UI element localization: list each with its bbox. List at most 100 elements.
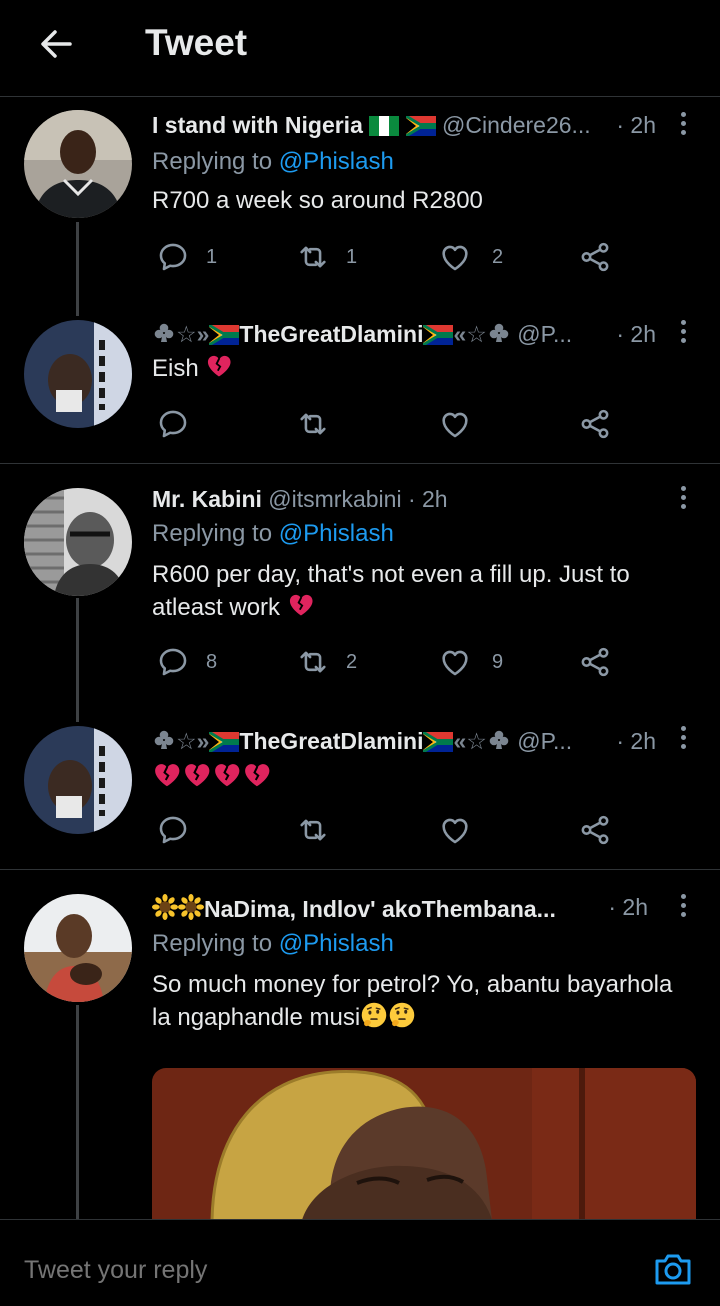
replying-to: Replying to @Phislash (152, 930, 394, 958)
tweet[interactable]: ☆» TheGreatDlamini «☆ @P... · 2h Eish (0, 296, 720, 462)
share-button[interactable] (578, 644, 612, 680)
tweet-header: Mr. Kabini @itsmrkabini · 2h (152, 486, 660, 513)
retweet-button[interactable]: 2 (296, 644, 357, 680)
tweet-text-content: Eish (152, 355, 199, 382)
south-africa-flag-icon (406, 116, 436, 136)
replying-to-label: Replying to (152, 520, 279, 547)
sunflower-icon (152, 894, 178, 920)
share-button[interactable] (578, 812, 612, 848)
handle[interactable]: @itsmrkabini (268, 486, 401, 512)
timestamp: · 2h (616, 112, 656, 138)
more-icon[interactable] (678, 112, 688, 140)
nigeria-flag-icon (369, 116, 399, 136)
share-icon (578, 813, 612, 847)
star-decoration: ☆» (176, 321, 210, 347)
share-button[interactable] (578, 239, 612, 275)
tweet-actions: 1 1 2 (152, 239, 672, 275)
broken-heart-icon (152, 760, 182, 790)
south-africa-flag-icon (423, 325, 453, 345)
tweet-text: Eish (152, 352, 697, 385)
handle[interactable]: @Cindere26... (442, 112, 591, 138)
like-icon (438, 813, 472, 847)
tweet[interactable]: Mr. Kabini @itsmrkabini · 2h Replying to… (0, 464, 720, 704)
star-decoration: ☆» (176, 728, 210, 754)
replying-to-link[interactable]: @Phislash (279, 930, 394, 957)
tweet[interactable]: ☆» TheGreatDlamini «☆ @P... · 2h (0, 704, 720, 868)
club-suit-icon (487, 321, 511, 345)
reply-button[interactable]: 8 (156, 644, 217, 680)
like-button[interactable] (438, 406, 472, 442)
broken-heart-icon (205, 352, 233, 380)
retweet-button[interactable] (296, 812, 330, 848)
tweet-text: So much money for petrol? Yo, abantu bay… (152, 968, 697, 1034)
club-suit-icon (152, 728, 176, 752)
like-button[interactable] (438, 812, 472, 848)
replying-to: Replying to @Phislash (152, 520, 394, 548)
timestamp: · 2h (616, 728, 656, 754)
display-name[interactable]: Mr. Kabini (152, 486, 262, 512)
camera-icon[interactable] (652, 1248, 694, 1290)
reply-button[interactable] (156, 812, 190, 848)
reply-button[interactable] (156, 406, 190, 442)
avatar[interactable] (24, 320, 132, 428)
share-button[interactable] (578, 406, 612, 442)
like-button[interactable]: 9 (438, 644, 503, 680)
display-name[interactable]: TheGreatDlamini (239, 321, 423, 347)
broken-heart-icon (242, 760, 272, 790)
broken-heart-icon (182, 760, 212, 790)
display-name[interactable]: I stand with Nigeria (152, 112, 363, 138)
reply-icon (156, 813, 190, 847)
retweet-button[interactable]: 1 (296, 239, 357, 275)
replying-to-link[interactable]: @Phislash (279, 520, 394, 547)
broken-heart-icon (212, 760, 242, 790)
reply-button[interactable]: 1 (156, 239, 217, 275)
club-suit-icon (487, 728, 511, 752)
avatar[interactable] (24, 488, 132, 596)
tweet-text (152, 760, 697, 795)
avatar[interactable] (24, 894, 132, 1002)
more-icon[interactable] (678, 486, 688, 514)
tweet-text: R700 a week so around R2800 (152, 187, 483, 214)
more-icon[interactable] (678, 894, 688, 922)
tweet-header: ☆» TheGreatDlamini «☆ @P... (152, 321, 660, 348)
retweet-icon (296, 240, 330, 274)
reply-input[interactable] (24, 1256, 584, 1285)
more-icon[interactable] (678, 726, 688, 754)
share-icon (578, 407, 612, 441)
south-africa-flag-icon (209, 732, 239, 752)
page-title: Tweet (145, 22, 248, 63)
replying-to-link[interactable]: @Phislash (279, 148, 394, 175)
like-icon (438, 240, 472, 274)
handle[interactable]: @P... (517, 728, 572, 754)
avatar[interactable] (24, 726, 132, 834)
reply-icon (156, 407, 190, 441)
retweet-button[interactable] (296, 406, 330, 442)
reply-count: 1 (206, 245, 218, 268)
retweet-icon (296, 813, 330, 847)
timestamp: · 2h (608, 894, 648, 920)
broken-heart-icon (287, 591, 315, 619)
tweet-header: ☆» TheGreatDlamini «☆ @P... (152, 728, 660, 755)
display-name[interactable]: NaDima, Indlov' akoThembana... (204, 896, 556, 922)
reply-icon (156, 240, 190, 274)
tweet-header: NaDima, Indlov' akoThembana... (152, 894, 570, 923)
display-name[interactable]: TheGreatDlamini (239, 728, 423, 754)
share-icon (578, 240, 612, 274)
thinking-face-icon (388, 1001, 416, 1029)
like-count: 9 (492, 650, 504, 673)
tweet-text-content: R600 per day, that's not even a fill up.… (152, 561, 630, 621)
tweet-media-image[interactable] (152, 1068, 696, 1220)
timestamp: · 2h (407, 486, 448, 512)
more-icon[interactable] (678, 320, 688, 348)
like-button[interactable]: 2 (438, 239, 503, 275)
tweet[interactable]: I stand with Nigeria @Cindere26... · 2h … (0, 96, 720, 296)
replying-to-label: Replying to (152, 930, 279, 957)
south-africa-flag-icon (209, 325, 239, 345)
retweet-icon (296, 407, 330, 441)
reply-count: 8 (206, 650, 218, 673)
avatar[interactable] (24, 110, 132, 218)
back-arrow-icon[interactable] (36, 24, 76, 64)
retweet-count: 2 (346, 650, 358, 673)
handle[interactable]: @P... (517, 321, 572, 347)
tweet-header: I stand with Nigeria @Cindere26... (152, 112, 660, 139)
